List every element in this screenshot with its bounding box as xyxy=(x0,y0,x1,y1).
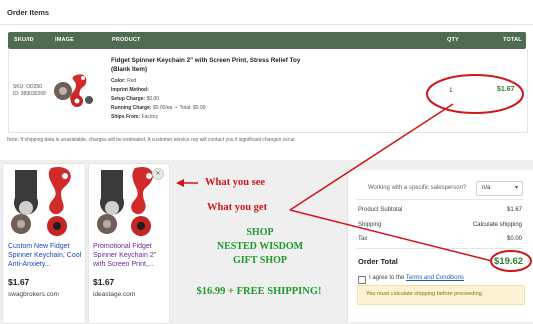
annotation-arrow-icon xyxy=(176,179,198,187)
annotation-line-total xyxy=(289,209,493,262)
annotation-overlay xyxy=(176,74,532,272)
annotation-line-top xyxy=(289,103,454,211)
annotation-ellipse-total xyxy=(490,250,532,272)
annotation-ellipse-top xyxy=(426,74,524,114)
